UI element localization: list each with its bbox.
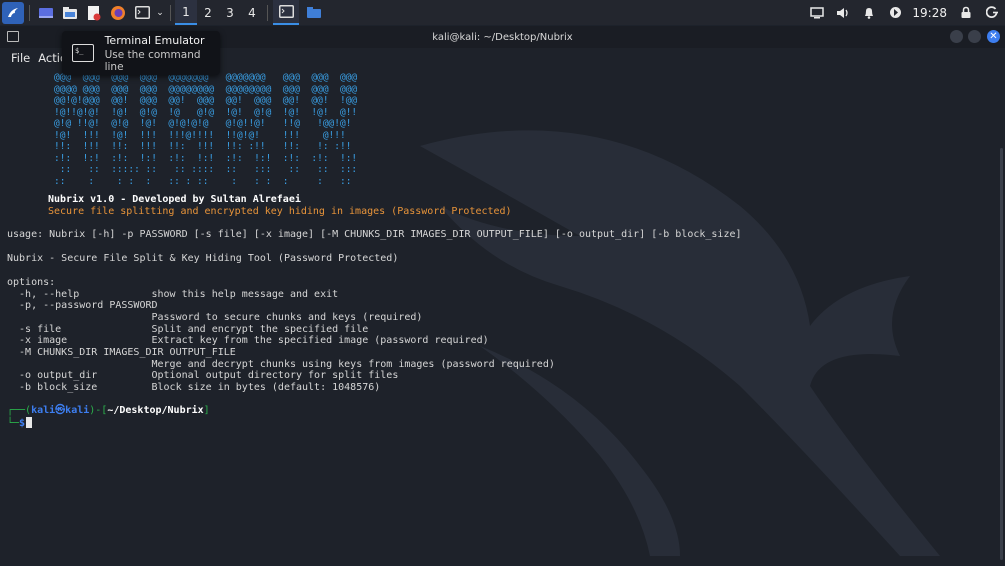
maximize-button[interactable]: [968, 30, 981, 43]
tooltip-subtitle: Use the command line: [104, 48, 201, 73]
prompt-second: └─: [7, 417, 20, 429]
tool-title-line: Nubrix v1.0 - Developed by Sultan Alrefa…: [48, 194, 301, 205]
taskbar-separator: [170, 4, 171, 21]
tooltip-title: Terminal Emulator: [104, 33, 205, 47]
minimize-button[interactable]: [950, 30, 963, 43]
option-line: Password to secure chunks and keys (requ…: [7, 311, 423, 323]
firefox-icon[interactable]: [107, 2, 129, 24]
window-title: kali@kali: ~/Desktop/Nubrix: [432, 31, 573, 43]
taskbar: ⌄ 1 2 3 4 19:28: [0, 0, 1005, 25]
option-line: -h, --help show this help message and ex…: [7, 288, 339, 300]
prompt-path: ~/Desktop/Nubrix: [107, 404, 204, 416]
taskbar-separator: [29, 4, 30, 21]
close-button[interactable]: ✕: [987, 30, 1000, 43]
terminal-launcher-icon[interactable]: [131, 2, 153, 24]
prompt-close: ]: [203, 404, 210, 416]
taskbar-separator: [267, 4, 268, 21]
notification-bell-icon[interactable]: [857, 2, 881, 24]
description-line: Nubrix - Secure File Split & Key Hiding …: [7, 253, 399, 265]
option-line: -o output_dir Optional output directory …: [7, 370, 399, 382]
kali-menu-icon[interactable]: [2, 1, 24, 24]
option-line: Merge and decrypt chunks using keys from…: [7, 358, 555, 370]
terminal-window: kali@kali: ~/Desktop/Nubrix ✕ File Actio…: [0, 26, 1005, 565]
prompt-line-1: ┌──(kali㉿kali)-[~/Desktop/Nubrix]: [7, 405, 995, 417]
volume-icon[interactable]: [831, 2, 855, 24]
lock-icon[interactable]: [954, 2, 978, 24]
workspace-4[interactable]: 4: [241, 0, 263, 25]
prompt-open: ┌──(: [7, 404, 32, 416]
option-line: -M CHUNKS_DIR IMAGES_DIR OUTPUT_FILE: [7, 347, 236, 359]
option-line: -x image Extract key from the specified …: [7, 335, 489, 347]
options-header: options:: [7, 276, 56, 288]
window-app-icon[interactable]: [7, 31, 19, 42]
terminal-output[interactable]: @@@ @@@ @@@ @@@ @@@@@@@ @@@@@@@ @@@ @@@ …: [0, 68, 995, 565]
workspace-3[interactable]: 3: [219, 0, 241, 25]
power-manager-icon[interactable]: [883, 2, 907, 24]
system-tray: 19:28: [804, 0, 1005, 25]
display-icon[interactable]: [805, 2, 829, 24]
taskbar-folder-window[interactable]: [301, 2, 327, 24]
option-line: -s file Split and encrypt the specified …: [7, 323, 369, 335]
ascii-banner: @@@ @@@ @@@ @@@ @@@@@@@ @@@@@@@ @@@ @@@ …: [54, 72, 358, 187]
taskbar-terminal-window[interactable]: [273, 0, 299, 25]
show-desktop-icon[interactable]: [35, 2, 57, 24]
option-line: -p, --password PASSWORD: [7, 300, 158, 312]
prompt-mid: )-[: [89, 404, 108, 416]
text-cursor: [26, 416, 33, 428]
menu-file[interactable]: File: [11, 51, 30, 65]
prompt-user: kali㉿kali: [31, 404, 90, 416]
file-manager-icon[interactable]: [59, 2, 81, 24]
launcher-tooltip: $_ Terminal Emulator Use the command lin…: [62, 31, 220, 75]
logout-icon[interactable]: [980, 2, 1004, 24]
usage-line: usage: Nubrix [-h] -p PASSWORD [-s file]…: [7, 229, 742, 241]
clock[interactable]: 19:28: [912, 6, 947, 20]
terminal-scrollbar[interactable]: [1000, 148, 1003, 560]
tool-subtitle-line: Secure file splitting and encrypted key …: [48, 205, 512, 217]
terminal-emulator-icon: $_: [72, 44, 94, 62]
option-line: -b block_size Block size in bytes (defau…: [7, 382, 381, 394]
prompt-dollar: $: [19, 417, 26, 429]
prompt-line-2[interactable]: └─$: [7, 416, 995, 430]
workspace-1[interactable]: 1: [175, 0, 197, 25]
workspace-2[interactable]: 2: [197, 0, 219, 25]
chevron-down-icon[interactable]: ⌄: [155, 2, 165, 24]
text-editor-icon[interactable]: [83, 2, 105, 24]
